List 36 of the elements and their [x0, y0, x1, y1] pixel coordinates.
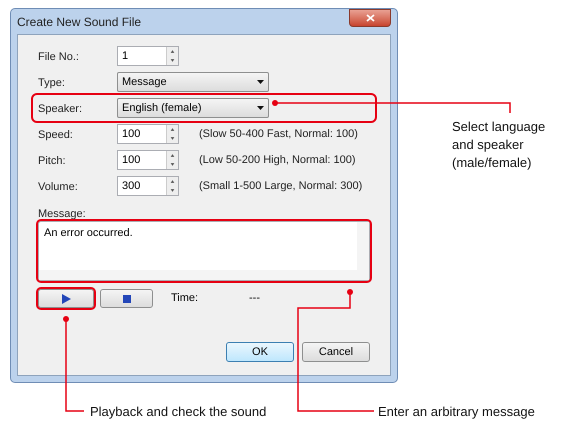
callout-text: Enter an arbitrary message	[378, 403, 535, 421]
field-label: Pitch:	[38, 155, 66, 167]
message-text: An error occurred.	[43, 226, 134, 241]
dropdown[interactable]: Message	[117, 72, 269, 92]
close-button[interactable]	[349, 9, 391, 27]
horizontal-scrollbar[interactable]	[39, 270, 357, 280]
dropdown[interactable]: English (female)	[117, 98, 269, 118]
number-spinner[interactable]: 100	[117, 150, 179, 170]
message-textarea[interactable]: An error occurred.	[38, 221, 370, 281]
window-title: Create New Sound File	[17, 14, 142, 30]
play-icon	[62, 294, 70, 304]
callout-text: Playback and check the sound	[90, 403, 266, 421]
time-label: Time:	[171, 291, 200, 306]
ok-button[interactable]: OK	[226, 342, 294, 362]
cancel-button[interactable]: Cancel	[302, 342, 370, 362]
time-value: ---	[249, 291, 260, 306]
close-icon	[366, 14, 374, 22]
stop-icon	[122, 294, 130, 302]
field-label: Type:	[38, 77, 65, 89]
callout-text: Select language and speaker (male/female)	[452, 118, 546, 172]
range-hint: (Small 1-500 Large, Normal: 300)	[199, 178, 362, 194]
caret-icon	[257, 80, 264, 84]
field-label: File No.:	[38, 51, 79, 63]
field-label: Speaker:	[38, 103, 82, 115]
caret-icon	[257, 106, 264, 110]
number-spinner[interactable]: 1	[117, 46, 179, 66]
range-hint: (Low 50-200 High, Normal: 100)	[199, 152, 356, 168]
stop-button[interactable]	[100, 289, 153, 308]
number-spinner[interactable]: 300	[117, 176, 179, 196]
field-label: Volume:	[38, 181, 78, 193]
number-spinner[interactable]: 100	[117, 124, 179, 144]
range-hint: (Slow 50-400 Fast, Normal: 100)	[199, 126, 358, 142]
play-button[interactable]	[38, 289, 94, 308]
vertical-scrollbar[interactable]	[357, 222, 369, 280]
field-label: Speed:	[38, 129, 73, 141]
field-label: Message:	[38, 208, 86, 220]
